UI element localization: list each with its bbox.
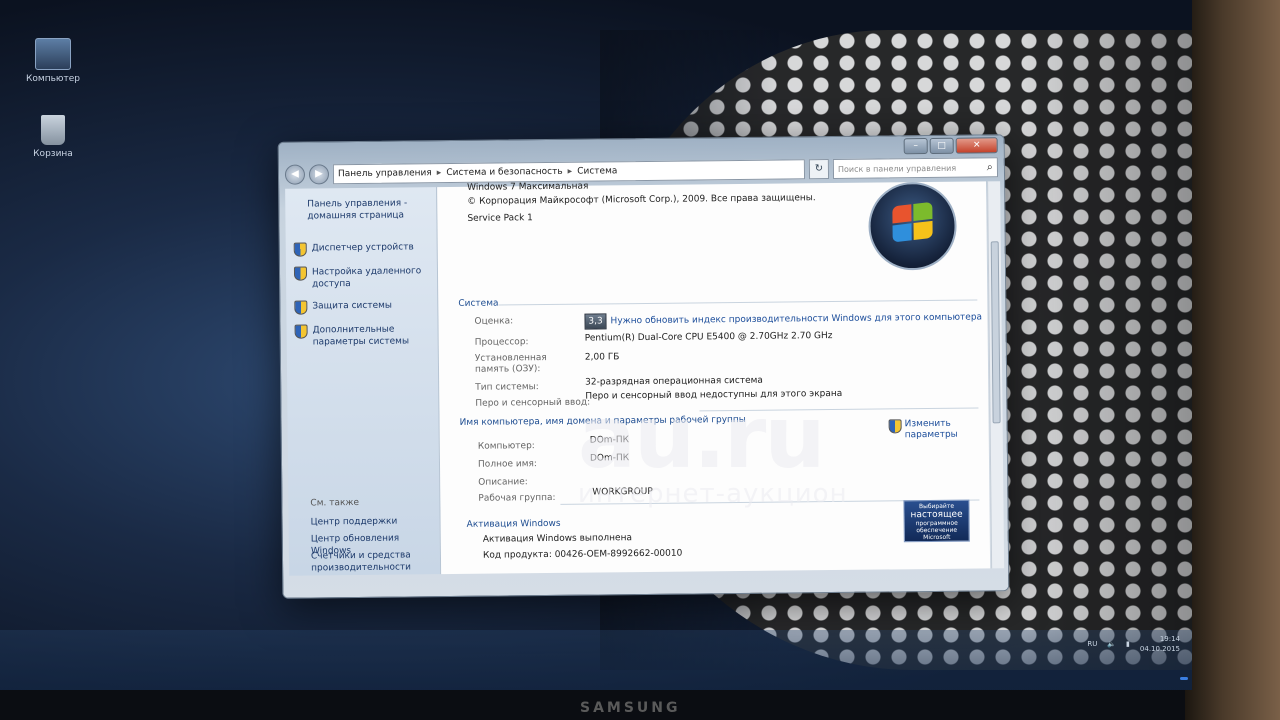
shield-icon bbox=[294, 300, 308, 315]
sidebar-item-remote-settings[interactable]: Настройка удаленного доступа bbox=[293, 265, 429, 290]
rating-row: 3,3 Нужно обновить индекс производительно… bbox=[584, 309, 982, 330]
see-also-heading: См. также bbox=[310, 497, 360, 509]
breadcrumb-separator: ▸ bbox=[567, 166, 573, 177]
change-settings-label: Изменить параметры bbox=[904, 418, 958, 441]
link-performance-tools[interactable]: Счетчики и средства производительности bbox=[311, 549, 436, 574]
search-icon: ⌕ bbox=[986, 160, 993, 174]
sidebar-home-link[interactable]: Панель управления - домашняя страница bbox=[307, 197, 428, 222]
full-name-label: Полное имя: bbox=[477, 459, 537, 470]
service-pack: Service Pack 1 bbox=[467, 213, 533, 224]
sidebar-item-advanced-settings[interactable]: Дополнительные параметры системы bbox=[294, 323, 430, 348]
vertical-scrollbar[interactable] bbox=[987, 181, 1005, 569]
system-heading: Система bbox=[458, 298, 499, 309]
minimize-button[interactable]: – bbox=[903, 138, 928, 155]
computer-icon bbox=[35, 38, 71, 70]
breadcrumb-separator: ▸ bbox=[436, 168, 442, 179]
sidebar-item-label: Дополнительные параметры системы bbox=[312, 324, 410, 348]
genuine-sub: программное обеспечение bbox=[915, 519, 958, 535]
recycle-bin-icon bbox=[41, 115, 65, 145]
system-type-label: Тип системы: bbox=[475, 382, 539, 393]
breadcrumb-system-security[interactable]: Система и безопасность bbox=[446, 167, 562, 178]
clock-date: 04.10.2015 bbox=[1139, 645, 1180, 653]
computer-name-heading: Имя компьютера, имя домена и параметры р… bbox=[459, 414, 746, 428]
processor-value: Pentium(R) Dual-Core CPU E5400 @ 2.70GHz… bbox=[584, 331, 833, 344]
processor-label: Процессор: bbox=[474, 337, 529, 348]
sidebar-item-system-protection[interactable]: Защита системы bbox=[294, 299, 429, 315]
volume-icon[interactable]: 🔈 bbox=[1107, 640, 1116, 648]
edition-name: Windows 7 Максимальная bbox=[467, 181, 589, 193]
shield-icon bbox=[293, 242, 307, 257]
desktop: Компьютер Корзина – □ ✕ ◀ ▶ Панель управ… bbox=[0, 0, 1192, 690]
breadcrumb-system[interactable]: Система bbox=[577, 166, 617, 176]
system-type-value: 32-разрядная операционная система bbox=[585, 375, 763, 388]
desktop-icon-recycle-bin[interactable]: Корзина bbox=[18, 115, 88, 159]
clock[interactable]: 19:14 04.10.2015 bbox=[1140, 634, 1180, 654]
full-name-value: DOm-ПК bbox=[589, 453, 630, 464]
system-tray: RU 🔈 ▮ 19:14 04.10.2015 bbox=[1087, 634, 1180, 654]
shield-icon bbox=[293, 266, 308, 281]
breadcrumb-control-panel[interactable]: Панель управления bbox=[338, 168, 432, 179]
divider bbox=[699, 407, 979, 412]
close-button[interactable]: ✕ bbox=[955, 137, 998, 154]
scrollbar-thumb[interactable] bbox=[990, 241, 1001, 424]
main-content: Windows 7 Максимальная © Корпорация Майк… bbox=[437, 181, 991, 575]
workgroup-value: WORKGROUP bbox=[592, 486, 653, 498]
sidebar-item-label: Диспетчер устройств bbox=[311, 242, 414, 254]
genuine-main: настоящее bbox=[910, 509, 963, 521]
desktop-icon-computer[interactable]: Компьютер bbox=[18, 38, 88, 84]
workgroup-label: Рабочая группа: bbox=[478, 492, 556, 504]
copyright-text: © Корпорация Майкрософт (Microsoft Corp.… bbox=[467, 193, 816, 207]
sidebar-item-device-manager[interactable]: Диспетчер устройств bbox=[293, 241, 429, 257]
shield-icon bbox=[294, 324, 308, 339]
product-id: Код продукта: 00426-OEM-8992662-00010 bbox=[482, 548, 683, 561]
sidebar: Панель управления - домашняя страница Ди… bbox=[285, 187, 442, 576]
window-body: Панель управления - домашняя страница Ди… bbox=[285, 181, 991, 576]
rating-score-badge: 3,3 bbox=[584, 313, 607, 330]
back-button[interactable]: ◀ bbox=[284, 164, 306, 185]
genuine-brand: Microsoft bbox=[923, 533, 951, 542]
activation-heading: Активация Windows bbox=[466, 518, 561, 530]
link-action-center[interactable]: Центр поддержки bbox=[311, 515, 436, 528]
language-indicator[interactable]: RU bbox=[1087, 640, 1097, 648]
genuine-microsoft-badge[interactable]: Выбирайте настоящее программное обеспече… bbox=[903, 499, 970, 543]
forward-button[interactable]: ▶ bbox=[308, 164, 330, 185]
rating-label: Оценка: bbox=[474, 316, 514, 327]
search-placeholder: Поиск в панели управления bbox=[837, 163, 957, 174]
address-bar[interactable]: Панель управления ▸ Система и безопаснос… bbox=[332, 159, 806, 185]
desktop-icon-label: Корзина bbox=[33, 149, 73, 159]
pen-touch-label: Перо и сенсорный ввод: bbox=[475, 397, 591, 409]
refresh-button[interactable]: ↻ bbox=[808, 159, 830, 180]
network-icon[interactable]: ▮ bbox=[1126, 640, 1130, 648]
monitor-bezel bbox=[1185, 0, 1280, 720]
description-label: Описание: bbox=[478, 477, 528, 488]
computer-label: Компьютер: bbox=[477, 441, 535, 452]
ram-value: 2,00 ГБ bbox=[584, 352, 620, 363]
desktop-icon-label: Компьютер bbox=[26, 74, 80, 84]
maximize-button[interactable]: □ bbox=[929, 137, 954, 154]
pen-touch-value: Перо и сенсорный ввод недоступны для это… bbox=[585, 388, 843, 402]
windows-flag-icon bbox=[892, 201, 933, 243]
search-input[interactable]: Поиск в панели управления ⌕ bbox=[832, 157, 999, 180]
rating-link[interactable]: Нужно обновить индекс производительности… bbox=[610, 312, 982, 326]
monitor-brand: SAMSUNG bbox=[580, 700, 681, 716]
activation-status: Активация Windows выполнена bbox=[482, 533, 633, 545]
windows-logo bbox=[868, 181, 958, 271]
window-controls: – □ ✕ bbox=[903, 137, 998, 155]
monitor: Компьютер Корзина – □ ✕ ◀ ▶ Панель управ… bbox=[0, 0, 1280, 720]
power-led bbox=[1180, 677, 1188, 680]
computer-value: DOm-ПК bbox=[589, 435, 630, 446]
sidebar-item-label: Настройка удаленного доступа bbox=[311, 266, 422, 290]
divider bbox=[498, 299, 978, 306]
shield-icon bbox=[888, 419, 902, 434]
system-window: – □ ✕ ◀ ▶ Панель управления ▸ Система и … bbox=[277, 134, 1010, 599]
ram-label: Установленная память (ОЗУ): bbox=[474, 353, 547, 375]
taskbar: RU 🔈 ▮ 19:14 04.10.2015 bbox=[0, 630, 1192, 690]
sidebar-item-label: Защита системы bbox=[312, 300, 393, 312]
change-settings-link[interactable]: Изменить параметры bbox=[888, 419, 958, 442]
clock-time: 19:14 bbox=[1159, 635, 1180, 643]
